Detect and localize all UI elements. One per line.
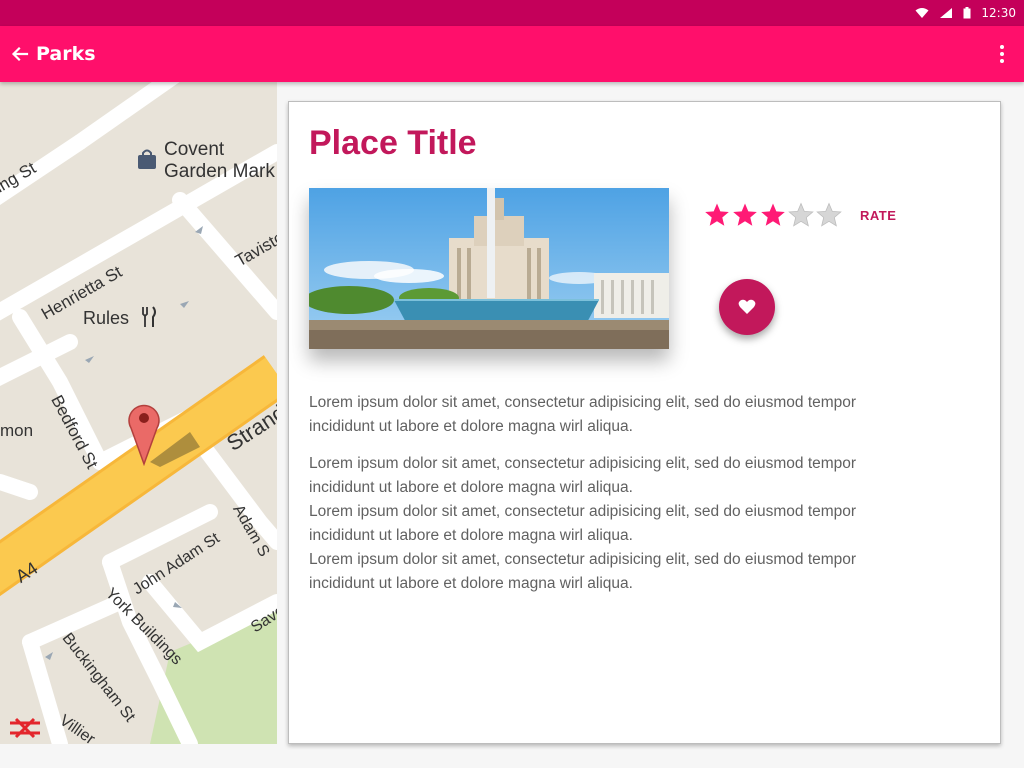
favorite-button[interactable] <box>719 279 775 335</box>
back-arrow-icon <box>11 46 29 62</box>
star-icon[interactable] <box>760 202 786 228</box>
place-card: Place Title RATE Lorem ipsum dolor sit a… <box>288 101 1001 744</box>
place-title: Place Title <box>309 124 477 162</box>
star-icon[interactable] <box>788 202 814 228</box>
overflow-menu-icon <box>1000 45 1004 49</box>
description-paragraph: Lorem ipsum dolor sit amet, consectetur … <box>309 503 857 544</box>
place-description: Lorem ipsum dolor sit amet, consectetur … <box>309 391 909 596</box>
map-label: Covent <box>164 139 225 160</box>
status-bar: 12:30 <box>0 0 1024 26</box>
app-bar: Parks <box>0 26 1024 82</box>
rail-icon <box>10 717 40 739</box>
star-icon[interactable] <box>732 202 758 228</box>
wifi-icon <box>915 8 929 18</box>
place-photo <box>309 188 669 349</box>
star-icon[interactable] <box>704 202 730 228</box>
description-group: Lorem ipsum dolor sit amet, consectetur … <box>309 452 909 596</box>
place-photo-image <box>309 188 669 349</box>
map-view[interactable]: Covent Garden Mark ing St Henrietta St T… <box>0 82 277 744</box>
restaurant-icon <box>142 306 156 327</box>
map-pin-icon[interactable] <box>126 400 162 466</box>
shopping-bag-icon <box>138 149 156 169</box>
map-label: mon <box>0 421 34 440</box>
battery-icon <box>963 7 971 19</box>
overflow-menu-button[interactable] <box>990 42 1014 66</box>
description-paragraph: Lorem ipsum dolor sit amet, consectetur … <box>309 394 857 435</box>
rate-button[interactable]: RATE <box>860 208 896 223</box>
description-paragraph: Lorem ipsum dolor sit amet, consectetur … <box>309 551 857 592</box>
rating-stars[interactable] <box>704 202 842 228</box>
heart-icon <box>738 299 756 314</box>
map-label: Garden Mark <box>164 161 275 182</box>
status-time: 12:30 <box>981 6 1016 20</box>
cell-signal-icon <box>940 8 953 18</box>
app-bar-title: Parks <box>36 43 96 65</box>
back-button[interactable] <box>0 26 40 82</box>
description-paragraph: Lorem ipsum dolor sit amet, consectetur … <box>309 455 857 496</box>
star-icon[interactable] <box>816 202 842 228</box>
map-label: Rules <box>83 308 130 328</box>
